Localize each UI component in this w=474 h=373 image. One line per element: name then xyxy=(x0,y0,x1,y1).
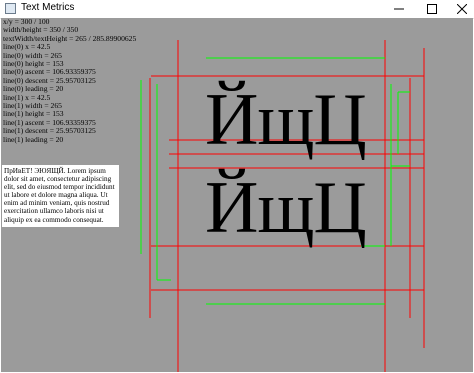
minimize-icon xyxy=(394,8,404,10)
rendered-line-0: ЙщЦ xyxy=(205,79,367,161)
window-title: Text Metrics xyxy=(21,2,75,13)
maximize-button[interactable] xyxy=(417,0,447,18)
drawing-canvas[interactable]: x/y = 300 / 100 width/height = 350 / 350… xyxy=(1,18,473,372)
close-button[interactable] xyxy=(447,0,474,18)
rendered-line-1: ЙщЦ xyxy=(205,167,367,249)
close-icon xyxy=(456,3,468,15)
window-icon xyxy=(5,3,16,14)
app-window: Text Metrics x/y = 300 / 100 width/heigh… xyxy=(0,0,474,373)
title-bar[interactable]: Text Metrics xyxy=(0,0,474,19)
minimize-button[interactable] xyxy=(384,0,414,18)
maximize-icon xyxy=(427,4,437,14)
